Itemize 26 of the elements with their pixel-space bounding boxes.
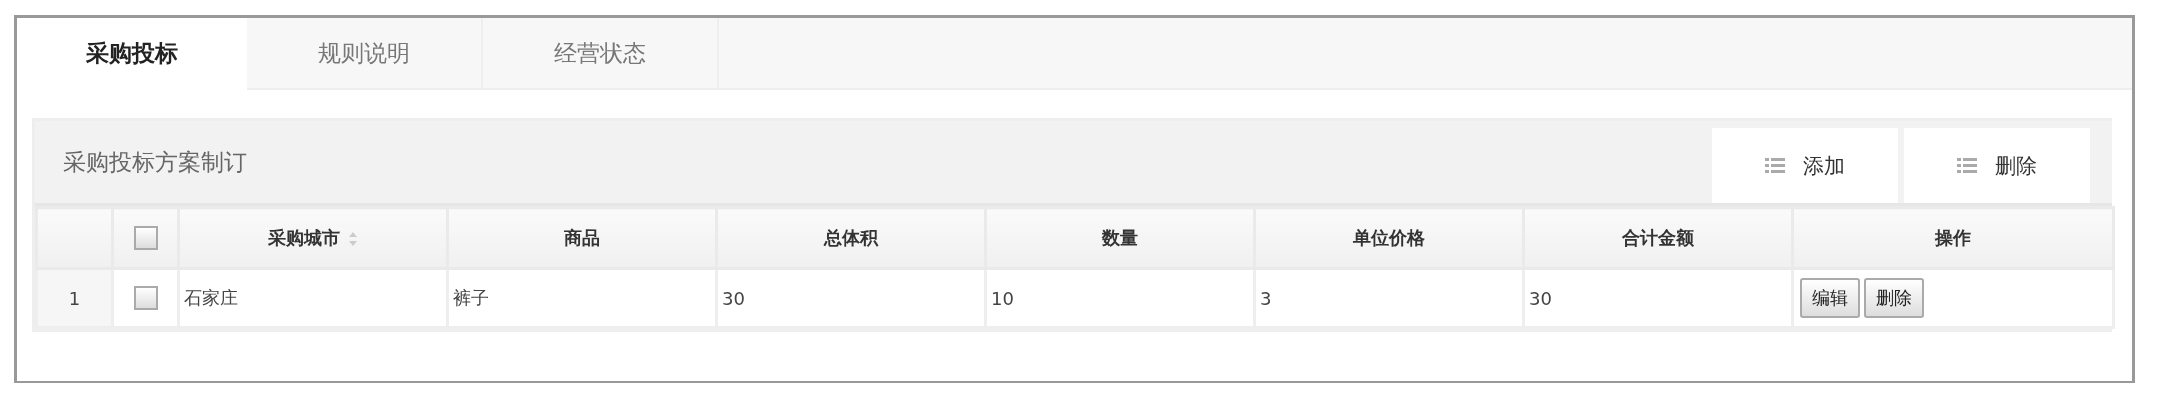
- tab[interactable]: 规则说明: [247, 18, 483, 90]
- row-number: 1: [68, 287, 81, 309]
- action-button[interactable]: 删除: [1864, 278, 1924, 318]
- checkbox[interactable]: [133, 226, 158, 250]
- column-header[interactable]: 单位价格: [1254, 207, 1524, 269]
- toolbar-button[interactable]: 删除: [1904, 128, 2090, 203]
- column-header[interactable]: 采购城市: [178, 207, 448, 269]
- column-header[interactable]: 合计金额: [1523, 207, 1793, 269]
- action-button[interactable]: 编辑: [1800, 278, 1860, 318]
- sort-icon[interactable]: [348, 231, 358, 247]
- table-cell: 30: [722, 287, 745, 309]
- panel-title: 采购投标方案制订: [63, 147, 247, 177]
- table-cell: 石家庄: [184, 287, 238, 308]
- column-header[interactable]: 数量: [985, 207, 1255, 269]
- column-header[interactable]: 总体积: [716, 207, 986, 269]
- column-header[interactable]: 商品: [447, 207, 717, 269]
- list-icon: [1957, 157, 1977, 174]
- table-cell: 裤子: [453, 287, 489, 308]
- toolbar-button[interactable]: 添加: [1712, 128, 1898, 203]
- table-cell: 10: [991, 287, 1014, 309]
- table-cell: 30: [1529, 287, 1552, 309]
- list-icon: [1765, 157, 1785, 174]
- table-cell: 3: [1260, 287, 1272, 309]
- column-header[interactable]: 操作: [1792, 207, 2114, 269]
- checkbox[interactable]: [133, 286, 158, 310]
- tab[interactable]: 经营状态: [483, 18, 719, 90]
